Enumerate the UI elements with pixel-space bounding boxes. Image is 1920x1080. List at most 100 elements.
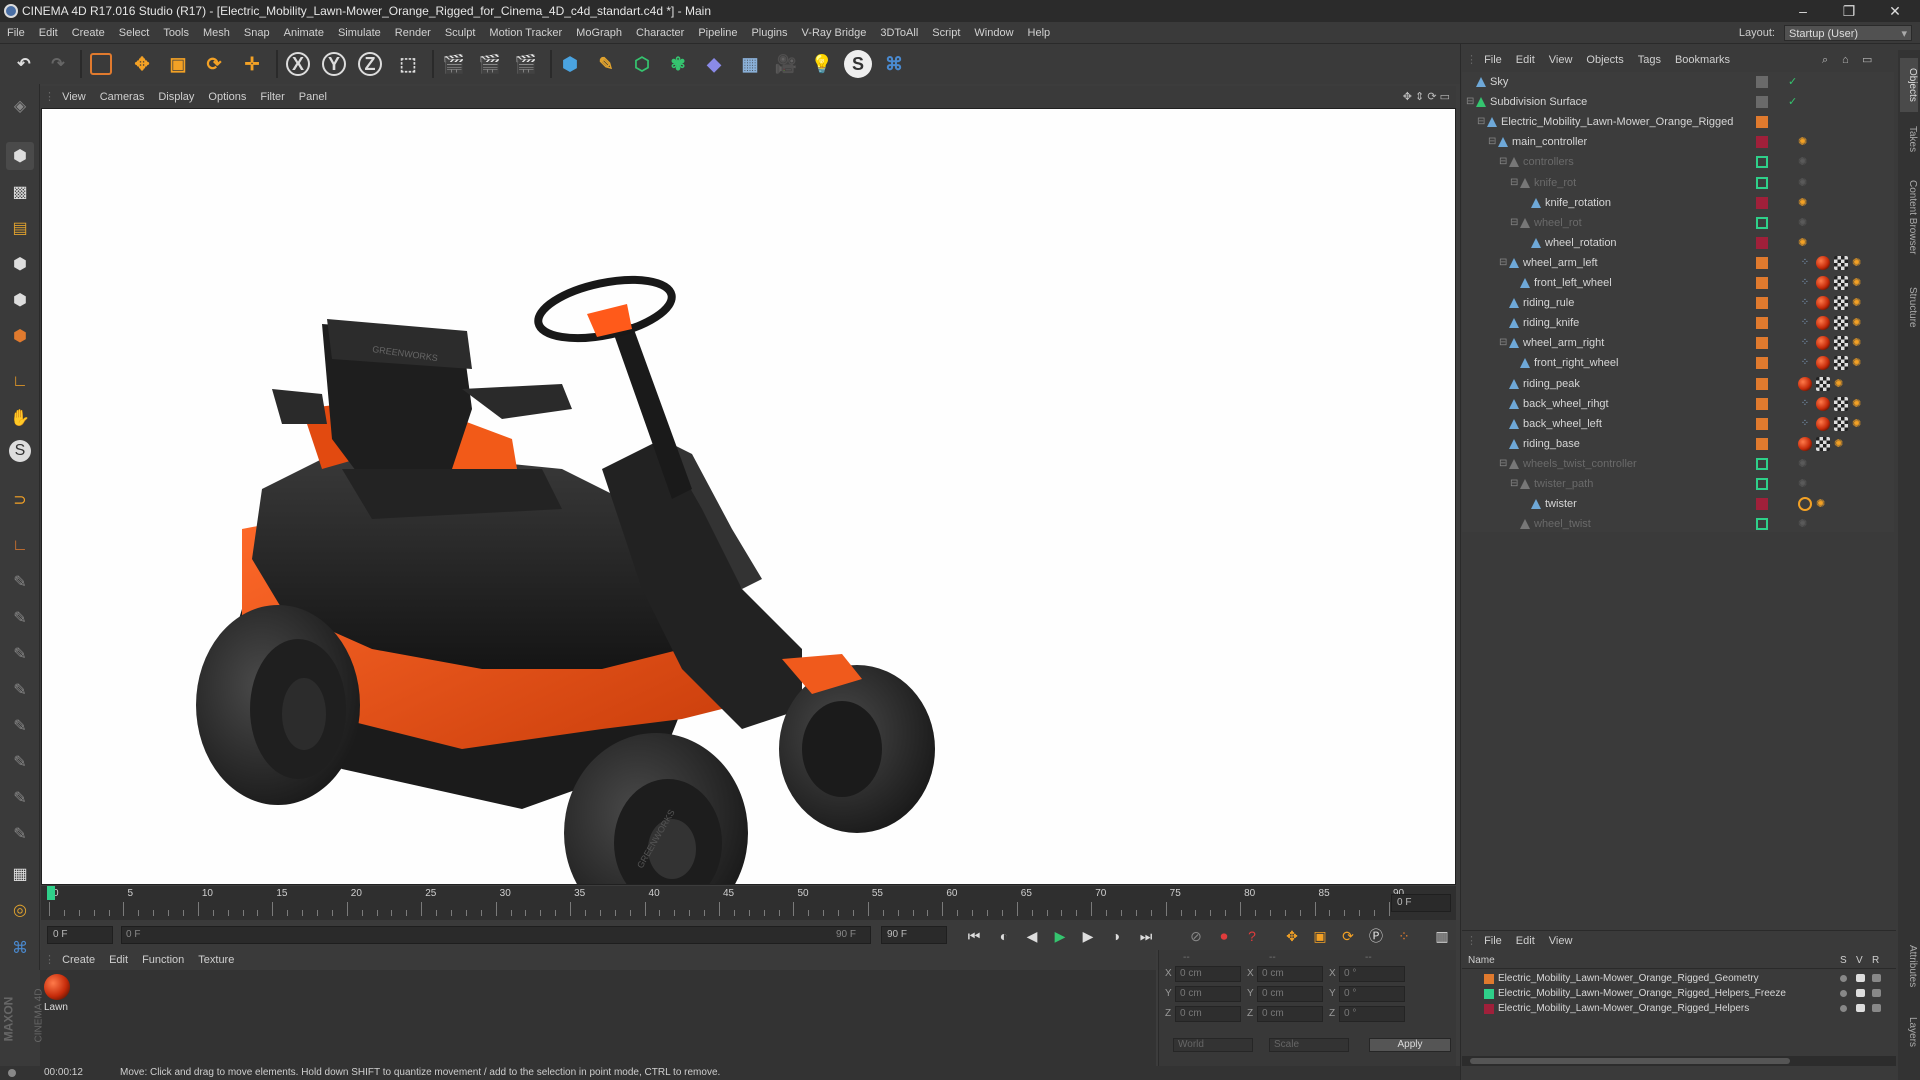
layer-color-swatch[interactable] [1484,989,1494,999]
smooth-brush-icon[interactable]: ✎ [6,604,34,632]
object-row[interactable]: back_wheel_rihgt ⁘ ✺ [1462,394,1894,414]
axis-lock-icon[interactable]: ∟ [6,532,34,560]
coord-rot-field[interactable]: 0 ° [1339,986,1405,1002]
x-axis-icon[interactable]: X [286,52,310,76]
menu-item-character[interactable]: Character [629,22,691,44]
visibility-dots-icon[interactable] [1774,296,1778,310]
coord-pos-field[interactable]: 0 cm [1175,966,1241,982]
menu-item-render[interactable]: Render [388,22,438,44]
texture-mode-icon[interactable]: ▩ [6,178,34,206]
visibility-dots-icon[interactable] [1774,517,1778,531]
menu-item-pipeline[interactable]: Pipeline [691,22,744,44]
uvw-tag-icon[interactable] [1834,255,1848,270]
soft-selection-icon[interactable]: ◎ [6,896,34,924]
live-selection-icon[interactable] [90,53,112,75]
uvw-tag-icon[interactable] [1834,296,1848,311]
layer-menu-edit[interactable]: Edit [1509,931,1542,951]
snapping-icon[interactable]: S [9,440,31,462]
layer-row[interactable]: Electric_Mobility_Lawn-Mower_Orange_Rigg… [1462,986,1896,1001]
object-name[interactable]: front_right_wheel [1534,353,1618,373]
ik-tag-icon[interactable]: ✺ [1852,356,1866,370]
timeline-window-icon[interactable]: ▥ [1431,925,1453,947]
material-tag-icon[interactable] [1816,316,1830,331]
edges-mode-icon[interactable]: ⬢ [6,286,34,314]
menu-item-sculpt[interactable]: Sculpt [438,22,483,44]
menu-item-mesh[interactable]: Mesh [196,22,237,44]
edit-render-settings-icon[interactable]: 🎬 [512,50,540,78]
visibility-dots-icon[interactable] [1774,377,1778,391]
layer-color-swatch[interactable] [1756,498,1768,511]
menu-item-motion-tracker[interactable]: Motion Tracker [482,22,569,44]
z-axis-icon[interactable]: Z [358,52,382,76]
menu-item-mograph[interactable]: MoGraph [569,22,629,44]
object-name[interactable]: knife_rot [1534,173,1576,193]
ik-tag-icon[interactable]: ✺ [1798,135,1812,149]
layer-color-swatch[interactable] [1756,196,1768,209]
auto-keying-icon[interactable]: ⏺ [1213,925,1235,947]
layer-row[interactable]: Electric_Mobility_Lawn-Mower_Orange_Rigg… [1462,971,1896,986]
object-row[interactable]: twister ✺ [1462,494,1894,514]
object-name[interactable]: riding_rule [1523,293,1574,313]
visibility-dots-icon[interactable] [1774,155,1778,169]
object-name[interactable]: Subdivision Surface [1490,92,1587,112]
menu-item-help[interactable]: Help [1021,22,1058,44]
material-menu-edit[interactable]: Edit [102,950,135,970]
side-tab-attributes[interactable]: Attributes [1900,930,1918,1002]
object-name[interactable]: Electric_Mobility_Lawn-Mower_Orange_Rigg… [1501,112,1733,132]
layer-color-swatch[interactable] [1756,96,1768,109]
layer-view-toggle-icon[interactable] [1856,974,1865,982]
layer-color-swatch[interactable] [1756,256,1768,269]
layer-render-toggle-icon[interactable] [1872,989,1881,997]
visibility-dots-icon[interactable] [1774,497,1778,511]
vray-icon[interactable]: S [844,50,872,78]
key-scale-icon[interactable]: ▣ [1309,925,1331,947]
object-name[interactable]: main_controller [1512,132,1587,152]
material-tag-icon[interactable] [1816,296,1830,311]
floor-icon[interactable]: ▦ [736,50,764,78]
material-tag-icon[interactable] [1816,396,1830,411]
object-name[interactable]: riding_peak [1523,374,1580,394]
layer-color-swatch[interactable] [1484,974,1494,984]
visibility-dots-icon[interactable] [1774,356,1778,370]
coord-pos-field[interactable]: 0 cm [1175,986,1241,1002]
key-rotation-icon[interactable]: ⟳ [1337,925,1359,947]
object-menu-view[interactable]: View [1542,50,1580,70]
menu-item-create[interactable]: Create [65,22,112,44]
hidden-tag-icon[interactable]: ✺ [1798,457,1812,471]
key-position-icon[interactable]: ✥ [1281,925,1303,947]
material-tag-icon[interactable] [1798,436,1812,451]
object-name[interactable]: wheel_rot [1534,213,1582,233]
object-name[interactable]: riding_knife [1523,313,1579,333]
end-frame-field[interactable]: 90 F [881,926,947,944]
layer-color-swatch[interactable] [1756,136,1768,149]
visibility-dots-icon[interactable] [1774,95,1778,109]
coord-size-field[interactable]: 0 cm [1257,966,1323,982]
brush-icon[interactable]: ✎ [6,568,34,596]
uvw-tag-icon[interactable] [1816,376,1830,391]
ik-tag-icon[interactable]: ✺ [1852,256,1866,270]
viewport-menu-cameras[interactable]: Cameras [93,86,152,108]
protection-tag-icon[interactable]: ⁘ [1798,256,1812,270]
material-tag-icon[interactable] [1798,376,1812,391]
layer-menu-view[interactable]: View [1542,931,1580,951]
polygons-mode-icon[interactable]: ⬢ [6,322,34,350]
menu-item-select[interactable]: Select [112,22,157,44]
layer-solo-toggle[interactable] [1840,1005,1847,1012]
go-to-end-icon[interactable]: ⏭ [1135,925,1157,947]
hidden-tag-icon[interactable]: ✺ [1798,216,1812,230]
layer-color-swatch[interactable] [1756,317,1768,330]
object-row[interactable]: wheel_rotation ✺ [1462,233,1894,253]
move-icon[interactable]: ✥ [128,50,156,78]
make-editable-icon[interactable]: ◈ [6,92,34,120]
object-menu-file[interactable]: File [1477,50,1509,70]
layer-row[interactable]: Electric_Mobility_Lawn-Mower_Orange_Rigg… [1462,1001,1896,1016]
coord-rot-field[interactable]: 0 ° [1339,966,1405,982]
paint-brush-icon[interactable]: ✎ [6,640,34,668]
layer-color-swatch[interactable] [1756,478,1768,490]
render-view-icon[interactable]: 🎬 [440,50,468,78]
ik-tag-icon[interactable]: ✺ [1798,196,1812,210]
visibility-dots-icon[interactable] [1774,176,1778,190]
layer-color-swatch[interactable] [1756,216,1768,229]
previous-frame-icon[interactable]: ◀ [1021,925,1043,947]
material-thumbnail[interactable] [44,974,70,1000]
